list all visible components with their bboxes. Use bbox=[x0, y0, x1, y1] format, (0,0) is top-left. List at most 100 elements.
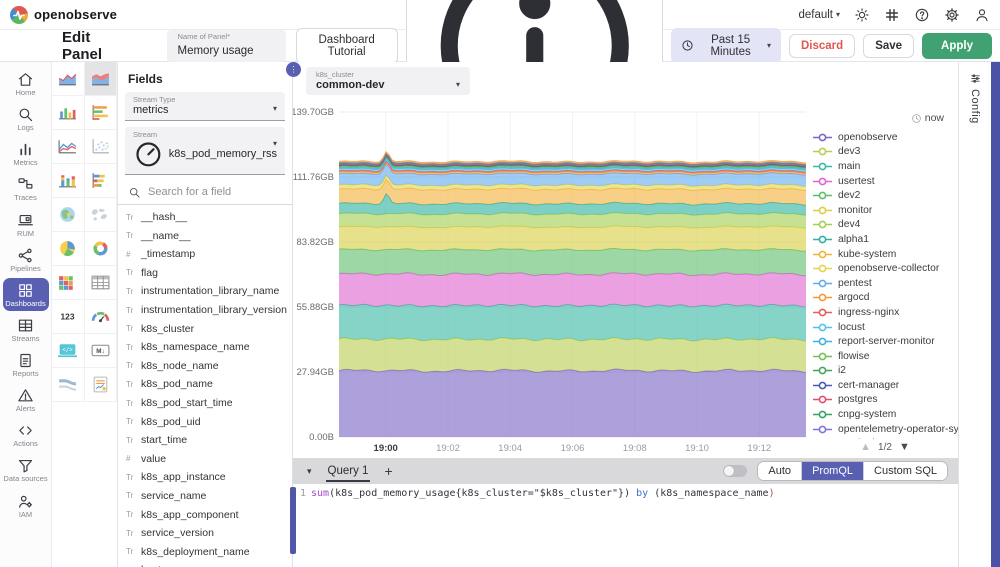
save-button[interactable]: Save bbox=[863, 34, 914, 58]
legend-item-pentest[interactable]: pentest bbox=[812, 276, 958, 291]
legend-item-dev2[interactable]: dev2 bbox=[812, 188, 958, 203]
sidebar-item-metrics[interactable]: Metrics bbox=[2, 137, 50, 171]
legend-item-opentelemetry-operator-system[interactable]: opentelemetry-operator-system bbox=[812, 422, 958, 437]
field-item-start_time[interactable]: Tr start_time bbox=[118, 431, 292, 450]
panel-name-field[interactable]: Name of Panel* bbox=[167, 30, 285, 62]
legend-item-report-server-monitor[interactable]: report-server-monitor bbox=[812, 334, 958, 349]
sidebar-item-rum[interactable]: RUM bbox=[2, 208, 50, 242]
fields-panel-toggle-badge[interactable]: ⋮ bbox=[286, 62, 301, 77]
field-item-k8s_deployment_name[interactable]: Tr k8s_deployment_name bbox=[118, 542, 292, 561]
query-collapse-icon[interactable]: ▾ bbox=[307, 466, 312, 477]
chart-type-donut[interactable] bbox=[85, 232, 118, 266]
discard-button[interactable]: Discard bbox=[789, 34, 855, 58]
legend-item-ingress-nginx[interactable]: ingress-nginx bbox=[812, 305, 958, 320]
query-mode-auto[interactable]: Auto bbox=[758, 462, 801, 480]
field-item-__name__[interactable]: Tr __name__ bbox=[118, 226, 292, 245]
chart-type-area-stacked-selected[interactable] bbox=[85, 62, 118, 96]
field-item-flag[interactable]: Tr flag bbox=[118, 264, 292, 283]
field-item-k8s_cluster[interactable]: Tr k8s_cluster bbox=[118, 319, 292, 338]
field-item-_timestamp[interactable]: # _timestamp bbox=[118, 245, 292, 264]
field-item-instrumentation_library_name[interactable]: Tr instrumentation_library_name bbox=[118, 282, 292, 301]
chart-type-bar[interactable] bbox=[52, 96, 85, 130]
sidebar-item-pipelines[interactable]: Pipelines bbox=[2, 243, 50, 277]
sidebar-item-data-sources[interactable]: Data sources bbox=[2, 453, 50, 487]
chart-type-html[interactable]: </> bbox=[52, 334, 85, 368]
field-item-value[interactable]: # value bbox=[118, 450, 292, 469]
query-tab-1[interactable]: Query 1 bbox=[326, 461, 371, 482]
field-item-k8s_pod_uid[interactable]: Tr k8s_pod_uid bbox=[118, 412, 292, 431]
chart-type-heatmap[interactable] bbox=[52, 266, 85, 300]
field-item-k8s_app_instance[interactable]: Tr k8s_app_instance bbox=[118, 468, 292, 487]
field-item-k8s_app_component[interactable]: Tr k8s_app_component bbox=[118, 505, 292, 524]
legend-item-cnpg-system[interactable]: cnpg-system bbox=[812, 407, 958, 422]
chart-type-world-map[interactable] bbox=[85, 198, 118, 232]
chart-type-pie[interactable] bbox=[52, 232, 85, 266]
time-range-button[interactable]: Past 15 Minutes ▾ bbox=[671, 28, 781, 64]
legend-page-up-icon[interactable]: ▲ bbox=[860, 441, 871, 453]
sidebar-item-streams[interactable]: Streams bbox=[2, 313, 50, 347]
sidebar-item-traces[interactable]: Traces bbox=[2, 172, 50, 206]
query-mode-custom-sql[interactable]: Custom SQL bbox=[863, 462, 947, 480]
query-builder-toggle[interactable] bbox=[723, 465, 747, 477]
chart-type-h-bar[interactable] bbox=[85, 96, 118, 130]
field-item-k8s_namespace_name[interactable]: Tr k8s_namespace_name bbox=[118, 338, 292, 357]
sidebar-item-dashboards[interactable]: Dashboards bbox=[3, 278, 49, 312]
legend-item-i2[interactable]: i2 bbox=[812, 364, 958, 379]
field-item-service_name[interactable]: Tr service_name bbox=[118, 487, 292, 506]
sidebar-item-home[interactable]: Home bbox=[2, 67, 50, 101]
sidebar-item-alerts[interactable]: Alerts bbox=[2, 383, 50, 417]
legend-item-usertest[interactable]: usertest bbox=[812, 174, 958, 189]
panel-name-input[interactable] bbox=[177, 45, 275, 57]
config-panel-tab[interactable]: Config bbox=[958, 62, 991, 567]
sidebar-item-reports[interactable]: Reports bbox=[2, 348, 50, 382]
dashboard-tutorial-button[interactable]: Dashboard Tutorial bbox=[296, 28, 398, 64]
chart-type-area[interactable] bbox=[52, 62, 85, 96]
promql-code[interactable]: sum(k8s_pod_memory_usage{k8s_cluster="$k… bbox=[311, 488, 775, 567]
chart-type-line[interactable] bbox=[52, 130, 85, 164]
sidebar-item-actions[interactable]: Actions bbox=[2, 418, 50, 452]
legend-item-argocd[interactable]: argocd bbox=[812, 291, 958, 306]
chart-type-markdown[interactable]: M↓ bbox=[85, 334, 118, 368]
chart-type-custom-chart[interactable] bbox=[85, 368, 118, 402]
legend-item-monitor[interactable]: monitor bbox=[812, 203, 958, 218]
field-item-__hash__[interactable]: Tr __hash__ bbox=[118, 208, 292, 227]
variable-select-k8s-cluster[interactable]: k8s_cluster common-dev ▾ bbox=[306, 67, 470, 95]
stream-select[interactable]: Stream k8s_pod_memory_rss ▾ bbox=[125, 127, 285, 175]
field-item-host_name[interactable]: Tr host_name bbox=[118, 561, 292, 567]
field-item-k8s_pod_start_time[interactable]: Tr k8s_pod_start_time bbox=[118, 394, 292, 413]
field-item-k8s_pod_name[interactable]: Tr k8s_pod_name bbox=[118, 375, 292, 394]
add-query-button[interactable]: + bbox=[384, 463, 392, 479]
legend-item-flowise[interactable]: flowise bbox=[812, 349, 958, 364]
legend-item-postgres[interactable]: postgres bbox=[812, 393, 958, 408]
legend-item-locust[interactable]: locust bbox=[812, 320, 958, 335]
legend-item-dev3[interactable]: dev3 bbox=[812, 145, 958, 160]
chart-type-metric-text[interactable]: 123 bbox=[52, 300, 85, 334]
legend-item-cert-manager[interactable]: cert-manager bbox=[812, 378, 958, 393]
query-scrollbar[interactable] bbox=[290, 487, 296, 554]
sidebar-item-logs[interactable]: Logs bbox=[2, 102, 50, 136]
stream-type-select[interactable]: Stream Type metrics ▾ bbox=[125, 92, 285, 121]
chart-type-geomap[interactable] bbox=[52, 198, 85, 232]
chart-type-table[interactable] bbox=[85, 266, 118, 300]
field-item-instrumentation_library_version[interactable]: Tr instrumentation_library_version bbox=[118, 301, 292, 320]
legend-page-down-icon[interactable]: ▼ bbox=[899, 441, 910, 453]
legend-item-kube-system[interactable]: kube-system bbox=[812, 247, 958, 262]
query-mode-promql[interactable]: PromQL bbox=[801, 462, 863, 480]
field-item-service_version[interactable]: Tr service_version bbox=[118, 524, 292, 543]
query-editor[interactable]: 1 sum(k8s_pod_memory_usage{k8s_cluster="… bbox=[293, 484, 958, 567]
field-item-k8s_node_name[interactable]: Tr k8s_node_name bbox=[118, 357, 292, 376]
legend-item-dev4[interactable]: dev4 bbox=[812, 218, 958, 233]
chart-type-sankey[interactable] bbox=[52, 368, 85, 402]
chart-type-gauge[interactable] bbox=[85, 300, 118, 334]
apply-button[interactable]: Apply bbox=[922, 33, 992, 59]
vertical-scrollbar[interactable] bbox=[991, 62, 1000, 567]
legend-item-main[interactable]: main bbox=[812, 159, 958, 174]
legend-item-openobserve[interactable]: openobserve bbox=[812, 130, 958, 145]
chart-type-scatter[interactable] bbox=[85, 130, 118, 164]
chart-type-stacked-bar[interactable] bbox=[52, 164, 85, 198]
legend-item-openobserve-collector[interactable]: openobserve-collector bbox=[812, 261, 958, 276]
memory-usage-chart[interactable]: 0.00B27.94GB55.88GB83.82GB111.76GB139.70… bbox=[293, 102, 810, 458]
field-search-input[interactable] bbox=[148, 186, 282, 198]
chart-type-h-stacked-bar[interactable] bbox=[85, 164, 118, 198]
sidebar-item-iam[interactable]: IAM bbox=[2, 489, 50, 523]
